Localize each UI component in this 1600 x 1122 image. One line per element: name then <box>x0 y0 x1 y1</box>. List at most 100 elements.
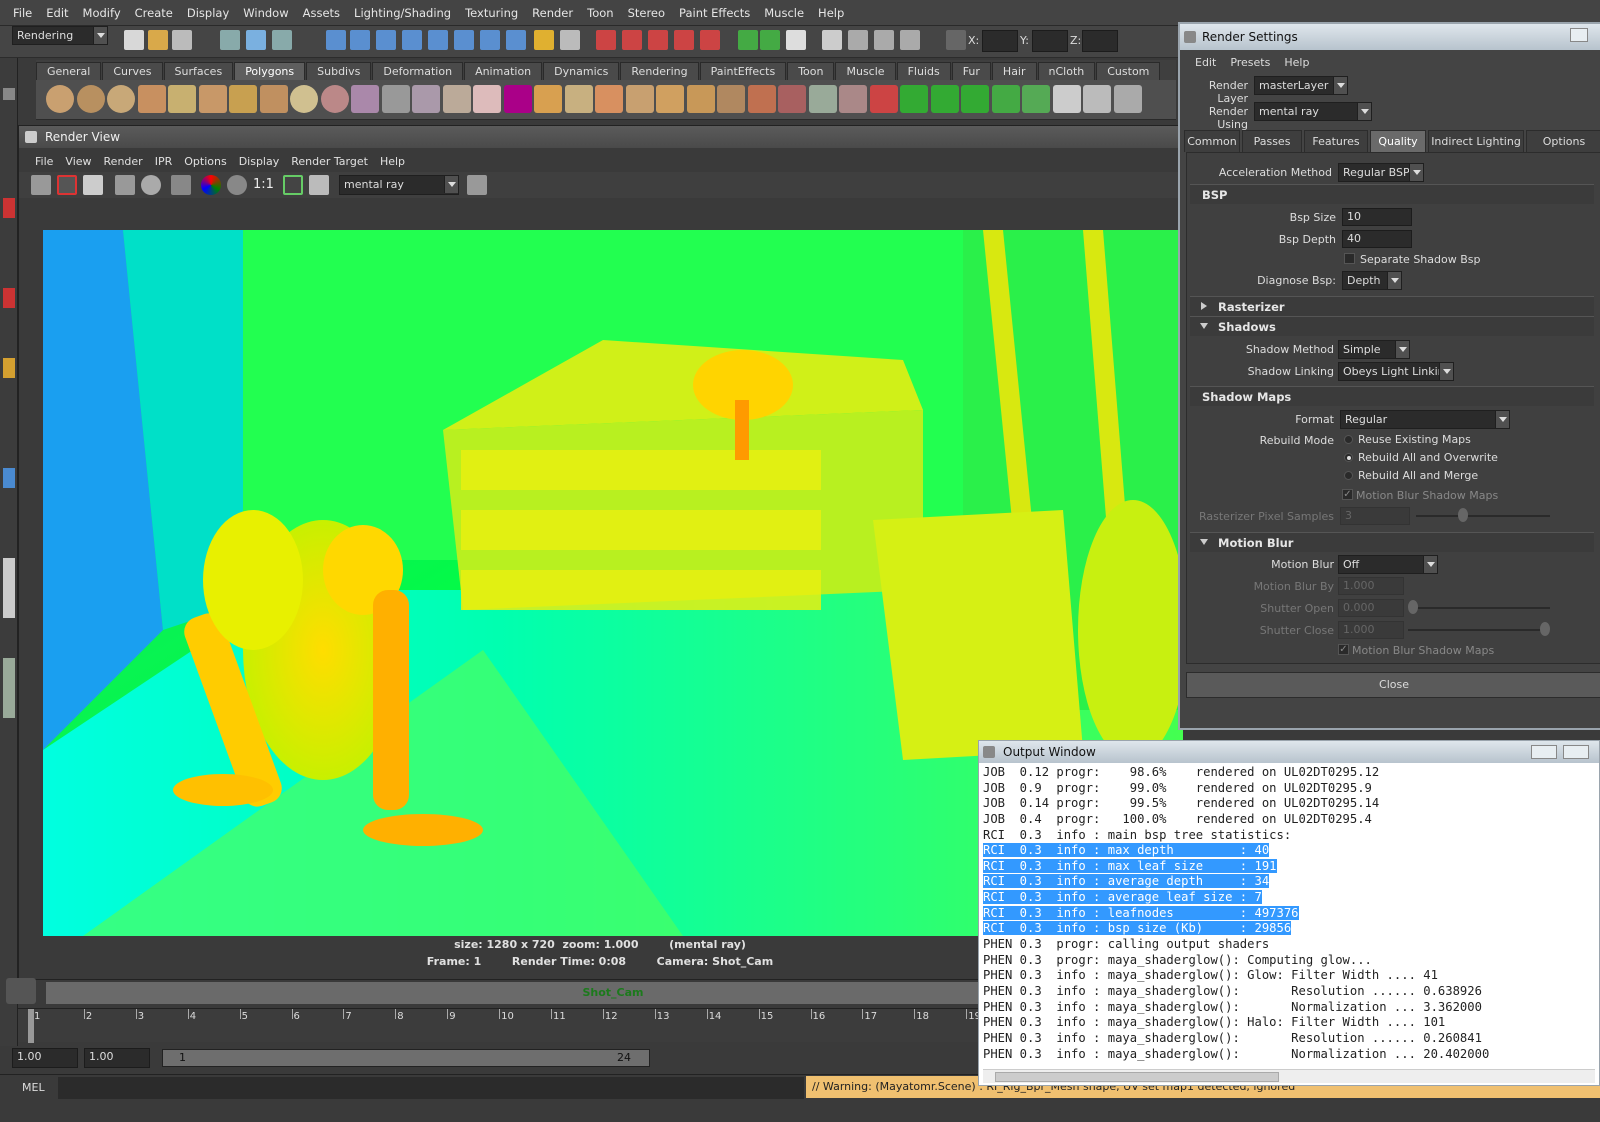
slate-icon-3[interactable] <box>900 30 920 50</box>
shelf-tab-painteffects[interactable]: PaintEffects <box>699 62 787 80</box>
ipr-render-icon[interactable] <box>622 30 642 50</box>
minimize-icon[interactable] <box>1570 28 1588 42</box>
horizontal-scrollbar[interactable] <box>983 1069 1595 1083</box>
alpha-channel-icon[interactable] <box>227 175 247 195</box>
rv-menu-ipr[interactable]: IPR <box>149 155 179 168</box>
tab-features[interactable]: Features <box>1304 130 1368 152</box>
refresh-icon[interactable] <box>141 175 161 195</box>
clip-icon[interactable] <box>822 30 842 50</box>
shutter-close-field[interactable]: 1.000 <box>1338 621 1404 639</box>
maximize-icon[interactable] <box>1563 745 1589 759</box>
soccer-ball-icon[interactable] <box>320 85 349 113</box>
scrollbar-thumb[interactable] <box>995 1072 1279 1082</box>
combine-icon[interactable] <box>412 85 440 113</box>
shelf-tab-deformation[interactable]: Deformation <box>372 62 464 80</box>
rebuild-mode-radio-3[interactable] <box>1344 471 1353 480</box>
shadow-method-dropdown[interactable]: Simple <box>1338 340 1410 359</box>
poke-icon[interactable] <box>900 85 928 113</box>
mb-by-field[interactable]: 1.000 <box>1338 577 1404 595</box>
range-slider-bar[interactable]: 1 24 <box>162 1049 650 1067</box>
shelf-tab-fur[interactable]: Fur <box>951 62 991 80</box>
uv-editor-icon[interactable] <box>991 85 1020 113</box>
minimize-icon[interactable] <box>1531 745 1557 759</box>
render-current-icon[interactable] <box>596 30 616 50</box>
diagnose-bsp-dropdown[interactable]: Depth <box>1342 271 1402 290</box>
keep-image-icon[interactable] <box>283 175 303 195</box>
menu-render[interactable]: Render <box>525 6 580 20</box>
split-icon[interactable] <box>778 85 806 113</box>
mel-input[interactable] <box>58 1077 804 1099</box>
menu-texturing[interactable]: Texturing <box>458 6 525 20</box>
history-icon[interactable] <box>454 30 474 50</box>
menu-stereo[interactable]: Stereo <box>621 6 672 20</box>
accel-method-dropdown[interactable]: Regular BSP <box>1338 163 1424 182</box>
cylindrical-icon[interactable] <box>1052 85 1081 113</box>
shadow-maps-section-header[interactable]: Shadow Maps <box>1190 386 1594 406</box>
motion-blur-section-header[interactable]: Motion Blur <box>1190 532 1594 552</box>
construction-icon[interactable] <box>480 30 500 50</box>
shelf-tab-surfaces[interactable]: Surfaces <box>163 62 234 80</box>
select-hierarchy-icon[interactable] <box>220 30 240 50</box>
snap-surface-icon[interactable] <box>402 30 422 50</box>
hypershade-icon[interactable] <box>674 30 694 50</box>
raster-samples-slider[interactable] <box>1416 515 1550 517</box>
tab-options[interactable]: Options <box>1526 130 1600 152</box>
extract-icon[interactable] <box>473 85 501 113</box>
bridge-icon[interactable] <box>717 85 745 113</box>
render-using-dropdown[interactable]: mental ray <box>1254 102 1372 121</box>
attribute-editor-icon[interactable] <box>760 30 780 50</box>
tab-indirect-lighting[interactable]: Indirect Lighting <box>1428 130 1524 152</box>
shutter-open-slider-handle[interactable] <box>1408 600 1418 614</box>
shutter-open-slider[interactable] <box>1408 607 1550 609</box>
raster-samples-slider-handle[interactable] <box>1458 508 1468 522</box>
scale-tool-icon[interactable] <box>3 358 15 378</box>
shelf-tab-ncloth[interactable]: nCloth <box>1037 62 1096 80</box>
z-field[interactable] <box>1082 30 1118 52</box>
shelf-tab-curves[interactable]: Curves <box>102 62 163 80</box>
snap-curve-icon[interactable] <box>350 30 370 50</box>
platonic-icon[interactable] <box>351 85 379 113</box>
plane-icon[interactable] <box>168 85 196 113</box>
raster-samples-field[interactable]: 3 <box>1340 507 1410 525</box>
tab-common[interactable]: Common <box>1184 130 1240 152</box>
paint-effects-icon[interactable] <box>6 978 36 1004</box>
shelf-tab-hair[interactable]: Hair <box>991 62 1037 80</box>
shelf-tab-general[interactable]: General <box>36 62 102 80</box>
auto-map-icon[interactable] <box>1113 85 1142 113</box>
menu-modify[interactable]: Modify <box>76 6 128 20</box>
wedge-icon[interactable] <box>747 85 776 113</box>
spherical-icon[interactable] <box>1083 85 1111 113</box>
menu-help[interactable]: Help <box>811 6 851 20</box>
render-view-icon[interactable] <box>700 30 720 50</box>
ipr-tuning-icon[interactable] <box>171 175 191 195</box>
render-settings-titlebar[interactable]: Render Settings <box>1180 24 1600 50</box>
bsp-depth-field[interactable]: 40 <box>1342 230 1412 248</box>
rv-menu-display[interactable]: Display <box>233 155 286 168</box>
menu-muscle[interactable]: Muscle <box>757 6 811 20</box>
playback-start-field[interactable]: 1.00 <box>84 1048 150 1068</box>
menu-paint-effects[interactable]: Paint Effects <box>672 6 757 20</box>
mel-label[interactable]: MEL <box>22 1081 45 1094</box>
cylinder-icon[interactable] <box>107 85 135 113</box>
rv-menu-file[interactable]: File <box>29 155 59 168</box>
separate-shadow-bsp-checkbox[interactable] <box>1344 253 1355 264</box>
pipe-icon[interactable] <box>259 85 288 113</box>
sphere-icon[interactable] <box>46 85 74 113</box>
helix-icon[interactable] <box>290 85 318 113</box>
open-scene-icon[interactable] <box>148 30 168 50</box>
fill-hole-icon[interactable] <box>625 85 654 113</box>
prism-icon[interactable] <box>229 85 257 113</box>
output-log[interactable]: JOB 0.12 progr: 98.6% rendered on UL02DT… <box>983 765 1573 1069</box>
planar-icon[interactable] <box>1022 85 1050 113</box>
ipr-icon[interactable] <box>115 175 135 195</box>
current-frame-marker[interactable] <box>28 1009 34 1043</box>
rv-menu-help[interactable]: Help <box>374 155 411 168</box>
select-component-icon[interactable] <box>272 30 292 50</box>
shelf-tab-fluids[interactable]: Fluids <box>896 62 951 80</box>
chamfer-icon[interactable] <box>869 85 898 113</box>
shadow-linking-dropdown[interactable]: Obeys Light Linking <box>1338 362 1454 381</box>
sculpt-icon[interactable] <box>961 85 989 113</box>
shutter-close-slider[interactable] <box>1408 629 1550 631</box>
menu-set-dropdown[interactable]: Rendering <box>12 26 108 45</box>
input-ops-icon[interactable] <box>560 30 580 50</box>
